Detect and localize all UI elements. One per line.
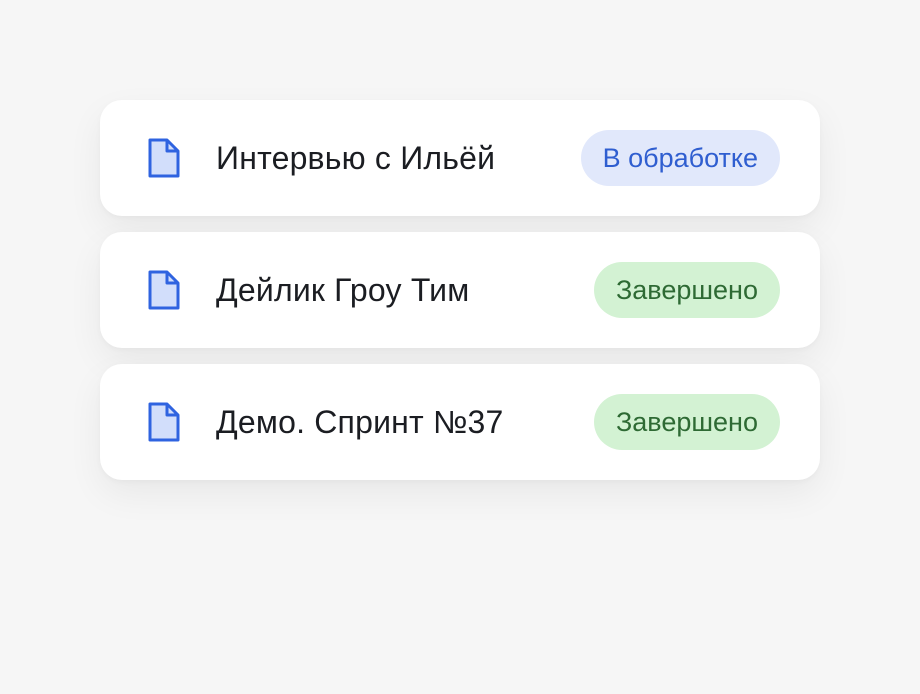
meeting-list: Интервью с Ильёй В обработке Дейлик Гроу… xyxy=(100,100,820,496)
status-badge: Завершено xyxy=(593,394,780,450)
item-title: Демо. Спринт №37 xyxy=(216,403,504,440)
list-item[interactable]: Демо. Спринт №37 Завершено xyxy=(100,364,820,480)
item-title: Дейлик Гроу Тим xyxy=(216,271,470,308)
list-item[interactable]: Интервью с Ильёй В обработке xyxy=(100,100,820,216)
status-badge: В обработке xyxy=(580,130,780,186)
document-icon xyxy=(146,400,182,444)
status-badge: Завершено xyxy=(593,262,780,318)
list-item[interactable]: Дейлик Гроу Тим Завершено xyxy=(100,232,820,348)
document-icon xyxy=(146,268,182,312)
item-title: Интервью с Ильёй xyxy=(216,139,496,176)
document-icon xyxy=(146,136,182,180)
